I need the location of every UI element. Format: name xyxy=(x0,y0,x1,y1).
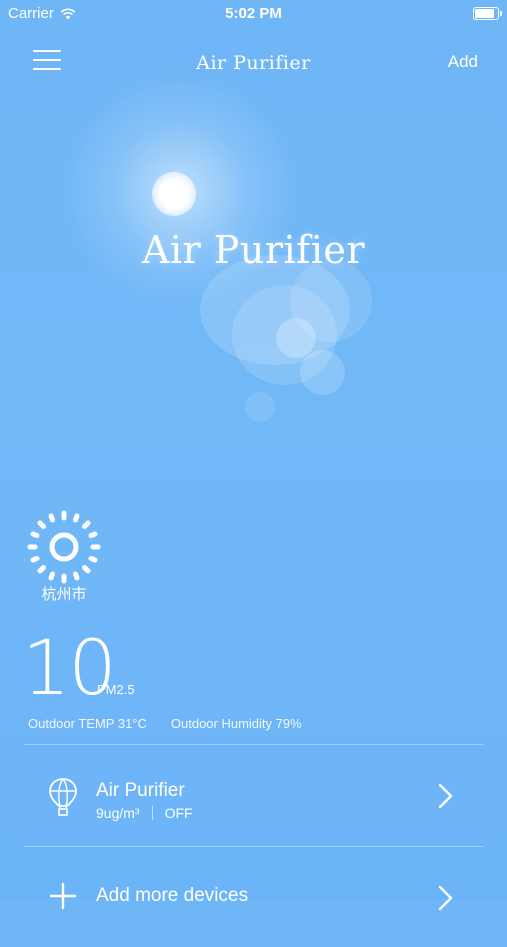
sun-core xyxy=(152,172,196,216)
pm25-unit: PM2.5 xyxy=(97,682,135,697)
lens-flare xyxy=(300,350,345,395)
status-bar: Carrier 5:02 PM xyxy=(0,0,507,28)
battery-icon xyxy=(473,7,502,20)
separator xyxy=(151,806,153,820)
clock: 5:02 PM xyxy=(225,5,282,22)
device-power-state: OFF xyxy=(164,805,193,821)
add-device-row[interactable]: Add more devices xyxy=(24,847,484,947)
battery-level xyxy=(475,9,494,18)
hero-title: Air Purifier xyxy=(141,228,366,272)
device-reading: 9ug/m³ xyxy=(96,805,140,821)
balloon-icon xyxy=(49,778,77,816)
lens-flare xyxy=(276,318,316,358)
device-row[interactable]: Air Purifier 9ug/m³ OFF xyxy=(24,745,484,845)
outdoor-temp: Outdoor TEMP 31°C xyxy=(28,716,147,731)
outdoor-readings: Outdoor TEMP 31°C Outdoor Humidity 79% xyxy=(28,716,302,731)
device-status: 9ug/m³ OFF xyxy=(96,805,193,821)
chevron-right-icon xyxy=(438,885,453,911)
add-button[interactable]: Add xyxy=(448,52,478,72)
nav-title: Air Purifier xyxy=(196,52,311,74)
sun-icon xyxy=(27,510,101,584)
add-device-label: Add more devices xyxy=(96,885,249,906)
outdoor-humidity: Outdoor Humidity 79% xyxy=(170,716,302,731)
chevron-right-icon xyxy=(438,783,453,809)
device-name: Air Purifier xyxy=(96,780,185,801)
city-label: 杭州市 xyxy=(41,586,87,603)
nav-bar: Air Purifier Add xyxy=(0,40,507,84)
plus-icon xyxy=(50,883,76,909)
lens-flare xyxy=(245,392,275,422)
